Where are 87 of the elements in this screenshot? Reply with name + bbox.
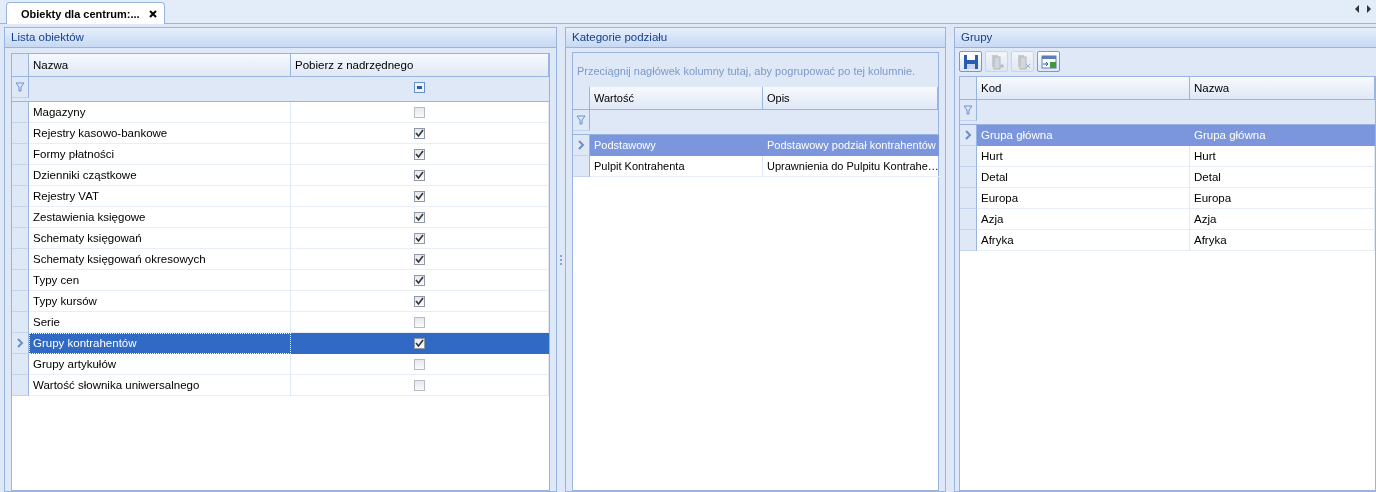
document-tab[interactable]: Obiekty dla centrum:... <box>6 2 165 24</box>
panel-title: Kategorie podziału <box>566 28 945 48</box>
table-cell: Pulpit Kontrahenta <box>590 156 763 177</box>
table-cell: Detal <box>977 167 1190 188</box>
table-row[interactable]: Rejestry VAT <box>12 186 549 207</box>
filter-icon <box>576 115 586 125</box>
table-row[interactable]: Typy cen <box>12 270 549 291</box>
table-cell: Wartość słownika uniwersalnego <box>29 375 291 396</box>
checkbox[interactable] <box>414 337 425 349</box>
checkbox[interactable] <box>414 295 425 307</box>
table-cell: Afryka <box>977 230 1190 251</box>
checkbox[interactable] <box>414 358 425 370</box>
table-cell: Europa <box>977 188 1190 209</box>
column-header[interactable]: Kod <box>977 77 1190 99</box>
table-row[interactable]: Detal Detal <box>960 167 1375 188</box>
export-icon <box>1040 53 1057 70</box>
checkbox[interactable] <box>414 127 425 139</box>
splitter-grip-icon <box>559 253 563 266</box>
close-icon <box>147 8 158 19</box>
table-row[interactable]: Dzienniki cząstkowe <box>12 165 549 186</box>
table-cell: Typy cen <box>29 270 291 291</box>
scroll-left-icon <box>1354 4 1360 14</box>
table-row[interactable]: Schematy księgowań <box>12 228 549 249</box>
table-cell: Schematy księgowań <box>29 228 291 249</box>
checkbox[interactable] <box>414 379 425 391</box>
table-cell: Afryka <box>1190 230 1375 251</box>
checkbox[interactable] <box>414 169 425 181</box>
current-row-icon <box>16 338 24 348</box>
table-cell: Dzienniki cząstkowe <box>29 165 291 186</box>
table-cell: Podstawowy podział kontrahentów <box>763 135 939 156</box>
checkbox[interactable] <box>414 106 425 118</box>
table-row[interactable]: Hurt Hurt <box>960 146 1375 167</box>
table-row[interactable]: Rejestry kasowo-bankowe <box>12 123 549 144</box>
table-cell: Azja <box>1190 209 1375 230</box>
table-row[interactable]: Wartość słownika uniwersalnego <box>12 375 549 396</box>
table-cell: Detal <box>1190 167 1375 188</box>
panel-title: Lista obiektów <box>5 28 556 48</box>
table-row[interactable]: Grupy artykułów <box>12 354 549 375</box>
table-cell: Schematy księgowań okresowych <box>29 249 291 270</box>
table-cell: Typy kursów <box>29 291 291 312</box>
scroll-right-icon <box>1366 4 1372 14</box>
table-cell: Grupy kontrahentów <box>29 333 291 354</box>
current-row-icon <box>964 130 972 140</box>
checkbox[interactable] <box>414 211 425 223</box>
table-row[interactable]: Schematy księgowań okresowych <box>12 249 549 270</box>
table-row[interactable]: Magazyny <box>12 102 549 123</box>
filter-icon <box>963 105 973 115</box>
table-row[interactable]: Formy płatności <box>12 144 549 165</box>
table-cell: Hurt <box>977 146 1190 167</box>
table-cell: Magazyny <box>29 102 291 123</box>
checkbox[interactable] <box>414 316 425 328</box>
table-row[interactable]: Zestawienia księgowe <box>12 207 549 228</box>
checkbox[interactable] <box>414 148 425 160</box>
filter-checkbox-icon <box>414 82 425 93</box>
panel-title: Grupy <box>955 28 1376 48</box>
table-row[interactable]: Europa Europa <box>960 188 1375 209</box>
save-icon <box>962 53 979 70</box>
table-cell: Grupy artykułów <box>29 354 291 375</box>
current-row-icon <box>577 140 585 150</box>
table-cell: Formy płatności <box>29 144 291 165</box>
table-cell: Rejestry kasowo-bankowe <box>29 123 291 144</box>
filter-icon <box>15 82 25 92</box>
table-cell: Hurt <box>1190 146 1375 167</box>
checkbox[interactable] <box>414 253 425 265</box>
table-row[interactable]: Azja Azja <box>960 209 1375 230</box>
table-row[interactable]: Afryka Afryka <box>960 230 1375 251</box>
column-header[interactable]: Nazwa <box>29 54 291 76</box>
checkbox[interactable] <box>414 190 425 202</box>
table-cell: Grupa główna <box>1190 125 1375 146</box>
table-cell: Uprawnienia do Pulpitu Kontrahe… <box>763 156 942 177</box>
save-button[interactable] <box>959 51 982 72</box>
table-cell: Rejestry VAT <box>29 186 291 207</box>
table-cell: Zestawienia księgowe <box>29 207 291 228</box>
table-row[interactable]: Grupy kontrahentów <box>12 333 549 354</box>
column-header[interactable]: Nazwa <box>1190 77 1375 99</box>
export-button[interactable] <box>1037 51 1060 72</box>
group-panel-hint: Przeciągnij nagłówek kolumny tutaj, aby pogrupować po tej kolumnie. <box>573 53 938 87</box>
table-cell: Azja <box>977 209 1190 230</box>
column-header[interactable]: Opis <box>763 87 938 109</box>
table-row[interactable]: Typy kursów <box>12 291 549 312</box>
table-cell: Podstawowy <box>590 135 763 156</box>
table-cell: Grupa główna <box>977 125 1190 146</box>
checkbox[interactable] <box>414 232 425 244</box>
table-cell: Europa <box>1190 188 1375 209</box>
checkbox[interactable] <box>414 274 425 286</box>
column-header[interactable]: Wartość <box>590 87 763 109</box>
column-header[interactable]: Pobierz z nadrzędnego <box>291 54 549 76</box>
